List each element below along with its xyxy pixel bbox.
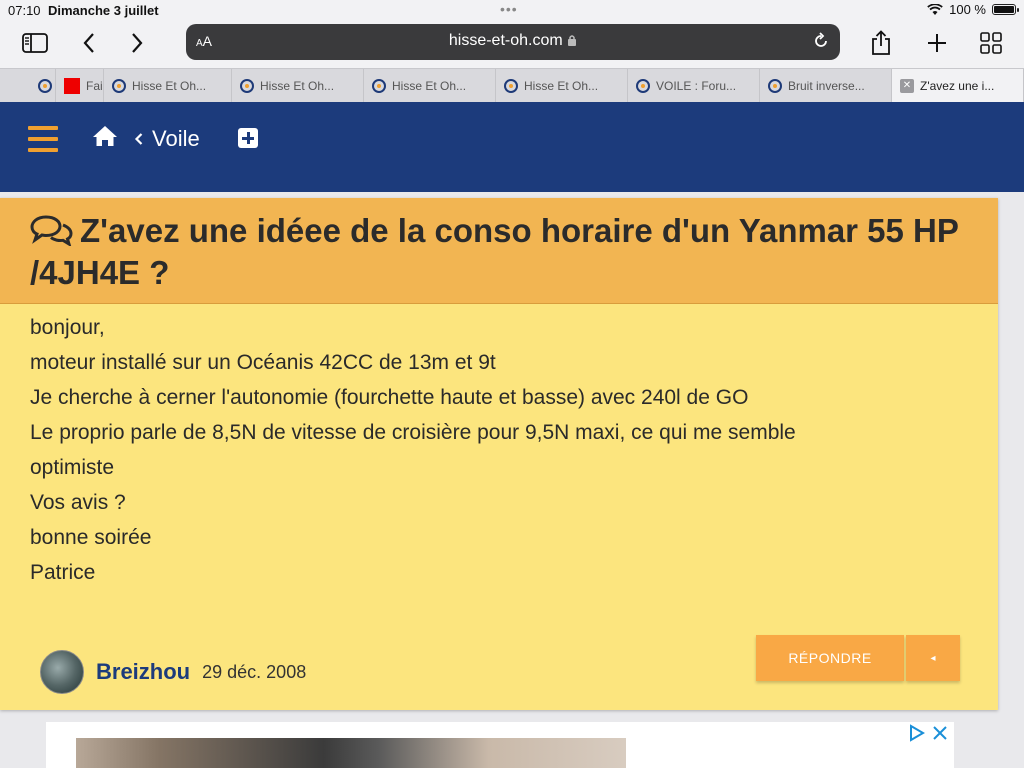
battery-percent: 100 %	[949, 2, 986, 17]
sidebar-icon[interactable]	[18, 26, 52, 60]
tab-4[interactable]: Hisse Et Oh...	[364, 69, 496, 103]
tab-6[interactable]: VOILE : Foru...	[628, 69, 760, 103]
close-icon[interactable]	[932, 724, 948, 742]
tab-overview-icon[interactable]	[974, 26, 1008, 60]
tab-5[interactable]: Hisse Et Oh...	[496, 69, 628, 103]
menu-icon[interactable]	[28, 126, 58, 152]
post-line: Le proprio parle de 8,5N de vitesse de c…	[30, 421, 796, 444]
status-time: 07:10	[8, 3, 41, 18]
home-icon[interactable]	[92, 124, 118, 153]
status-date: Dimanche 3 juillet	[48, 3, 159, 18]
comments-icon	[30, 215, 73, 246]
post-line: moteur installé sur un Océanis 42CC de 1…	[30, 351, 496, 374]
post-line: bonne soirée	[30, 526, 152, 549]
multitask-dots-icon[interactable]: •••	[500, 1, 518, 17]
chevron-left-icon	[134, 133, 143, 145]
site-favicon-icon	[240, 79, 254, 93]
site-favicon-icon	[112, 79, 126, 93]
tab-3[interactable]: Hisse Et Oh...	[232, 69, 364, 103]
adchoices-icon[interactable]	[908, 724, 926, 742]
tab-active[interactable]: ✕ Z'avez une i...	[892, 69, 1024, 103]
breadcrumb-label: Voile	[152, 126, 200, 151]
post-date: 29 déc. 2008	[202, 661, 307, 682]
tab-1[interactable]: Fai	[56, 69, 104, 103]
tab-0[interactable]	[0, 69, 56, 103]
breadcrumb[interactable]: Voile	[134, 126, 200, 152]
ad-choices[interactable]	[908, 724, 948, 742]
post-line: Patrice	[30, 561, 96, 584]
tab-2[interactable]: Hisse Et Oh...	[104, 69, 232, 103]
address-bar[interactable]: AA hisse-et-oh.com	[186, 24, 840, 60]
lock-icon	[568, 35, 577, 46]
author-name[interactable]: Breizhou	[96, 659, 190, 685]
tab-7[interactable]: Bruit inverse...	[760, 69, 892, 103]
advertisement[interactable]	[46, 722, 954, 768]
tab-strip: Fai Hisse Et Oh... Hisse Et Oh... Hisse …	[0, 68, 1024, 103]
site-header: Voile	[0, 102, 1024, 192]
red-square-icon	[64, 78, 80, 94]
more-options-button[interactable]: ◂	[906, 635, 960, 681]
post-title: Z'avez une idéee de la conso horaire d'u…	[30, 212, 959, 291]
site-favicon-icon	[768, 79, 782, 93]
post-line: bonjour,	[30, 316, 105, 339]
site-favicon-icon	[504, 79, 518, 93]
share-icon[interactable]	[864, 26, 898, 60]
post-line: Vos avis ?	[30, 491, 126, 514]
post-author: Breizhou 29 déc. 2008	[40, 650, 306, 694]
forward-icon[interactable]	[120, 26, 154, 60]
avatar[interactable]	[40, 650, 84, 694]
site-favicon-icon	[38, 79, 52, 93]
back-icon[interactable]	[72, 26, 106, 60]
reply-button[interactable]: RÉPONDRE	[756, 635, 904, 681]
url-host[interactable]: hisse-et-oh.com	[186, 32, 840, 50]
post-line: Je cherche à cerner l'autonomie (fourche…	[30, 386, 749, 409]
post-header: Z'avez une idéee de la conso horaire d'u…	[0, 198, 998, 304]
status-bar: 07:10 Dimanche 3 juillet ••• 100 %	[0, 0, 1024, 20]
new-post-plus-icon[interactable]	[238, 128, 258, 148]
post-body: bonjour, moteur installé sur un Océanis …	[30, 310, 796, 590]
post-line: optimiste	[30, 456, 115, 479]
new-tab-icon[interactable]	[920, 26, 954, 60]
close-icon[interactable]: ✕	[900, 79, 914, 93]
post-card: Z'avez une idéee de la conso horaire d'u…	[0, 198, 998, 710]
site-favicon-icon	[372, 79, 386, 93]
ad-image[interactable]	[76, 738, 626, 768]
battery-icon	[992, 4, 1019, 15]
status-right: 100 %	[927, 2, 1019, 17]
wifi-icon	[927, 3, 943, 15]
site-favicon-icon	[636, 79, 650, 93]
reload-icon[interactable]	[812, 32, 830, 55]
browser-toolbar: AA hisse-et-oh.com	[0, 20, 1024, 68]
